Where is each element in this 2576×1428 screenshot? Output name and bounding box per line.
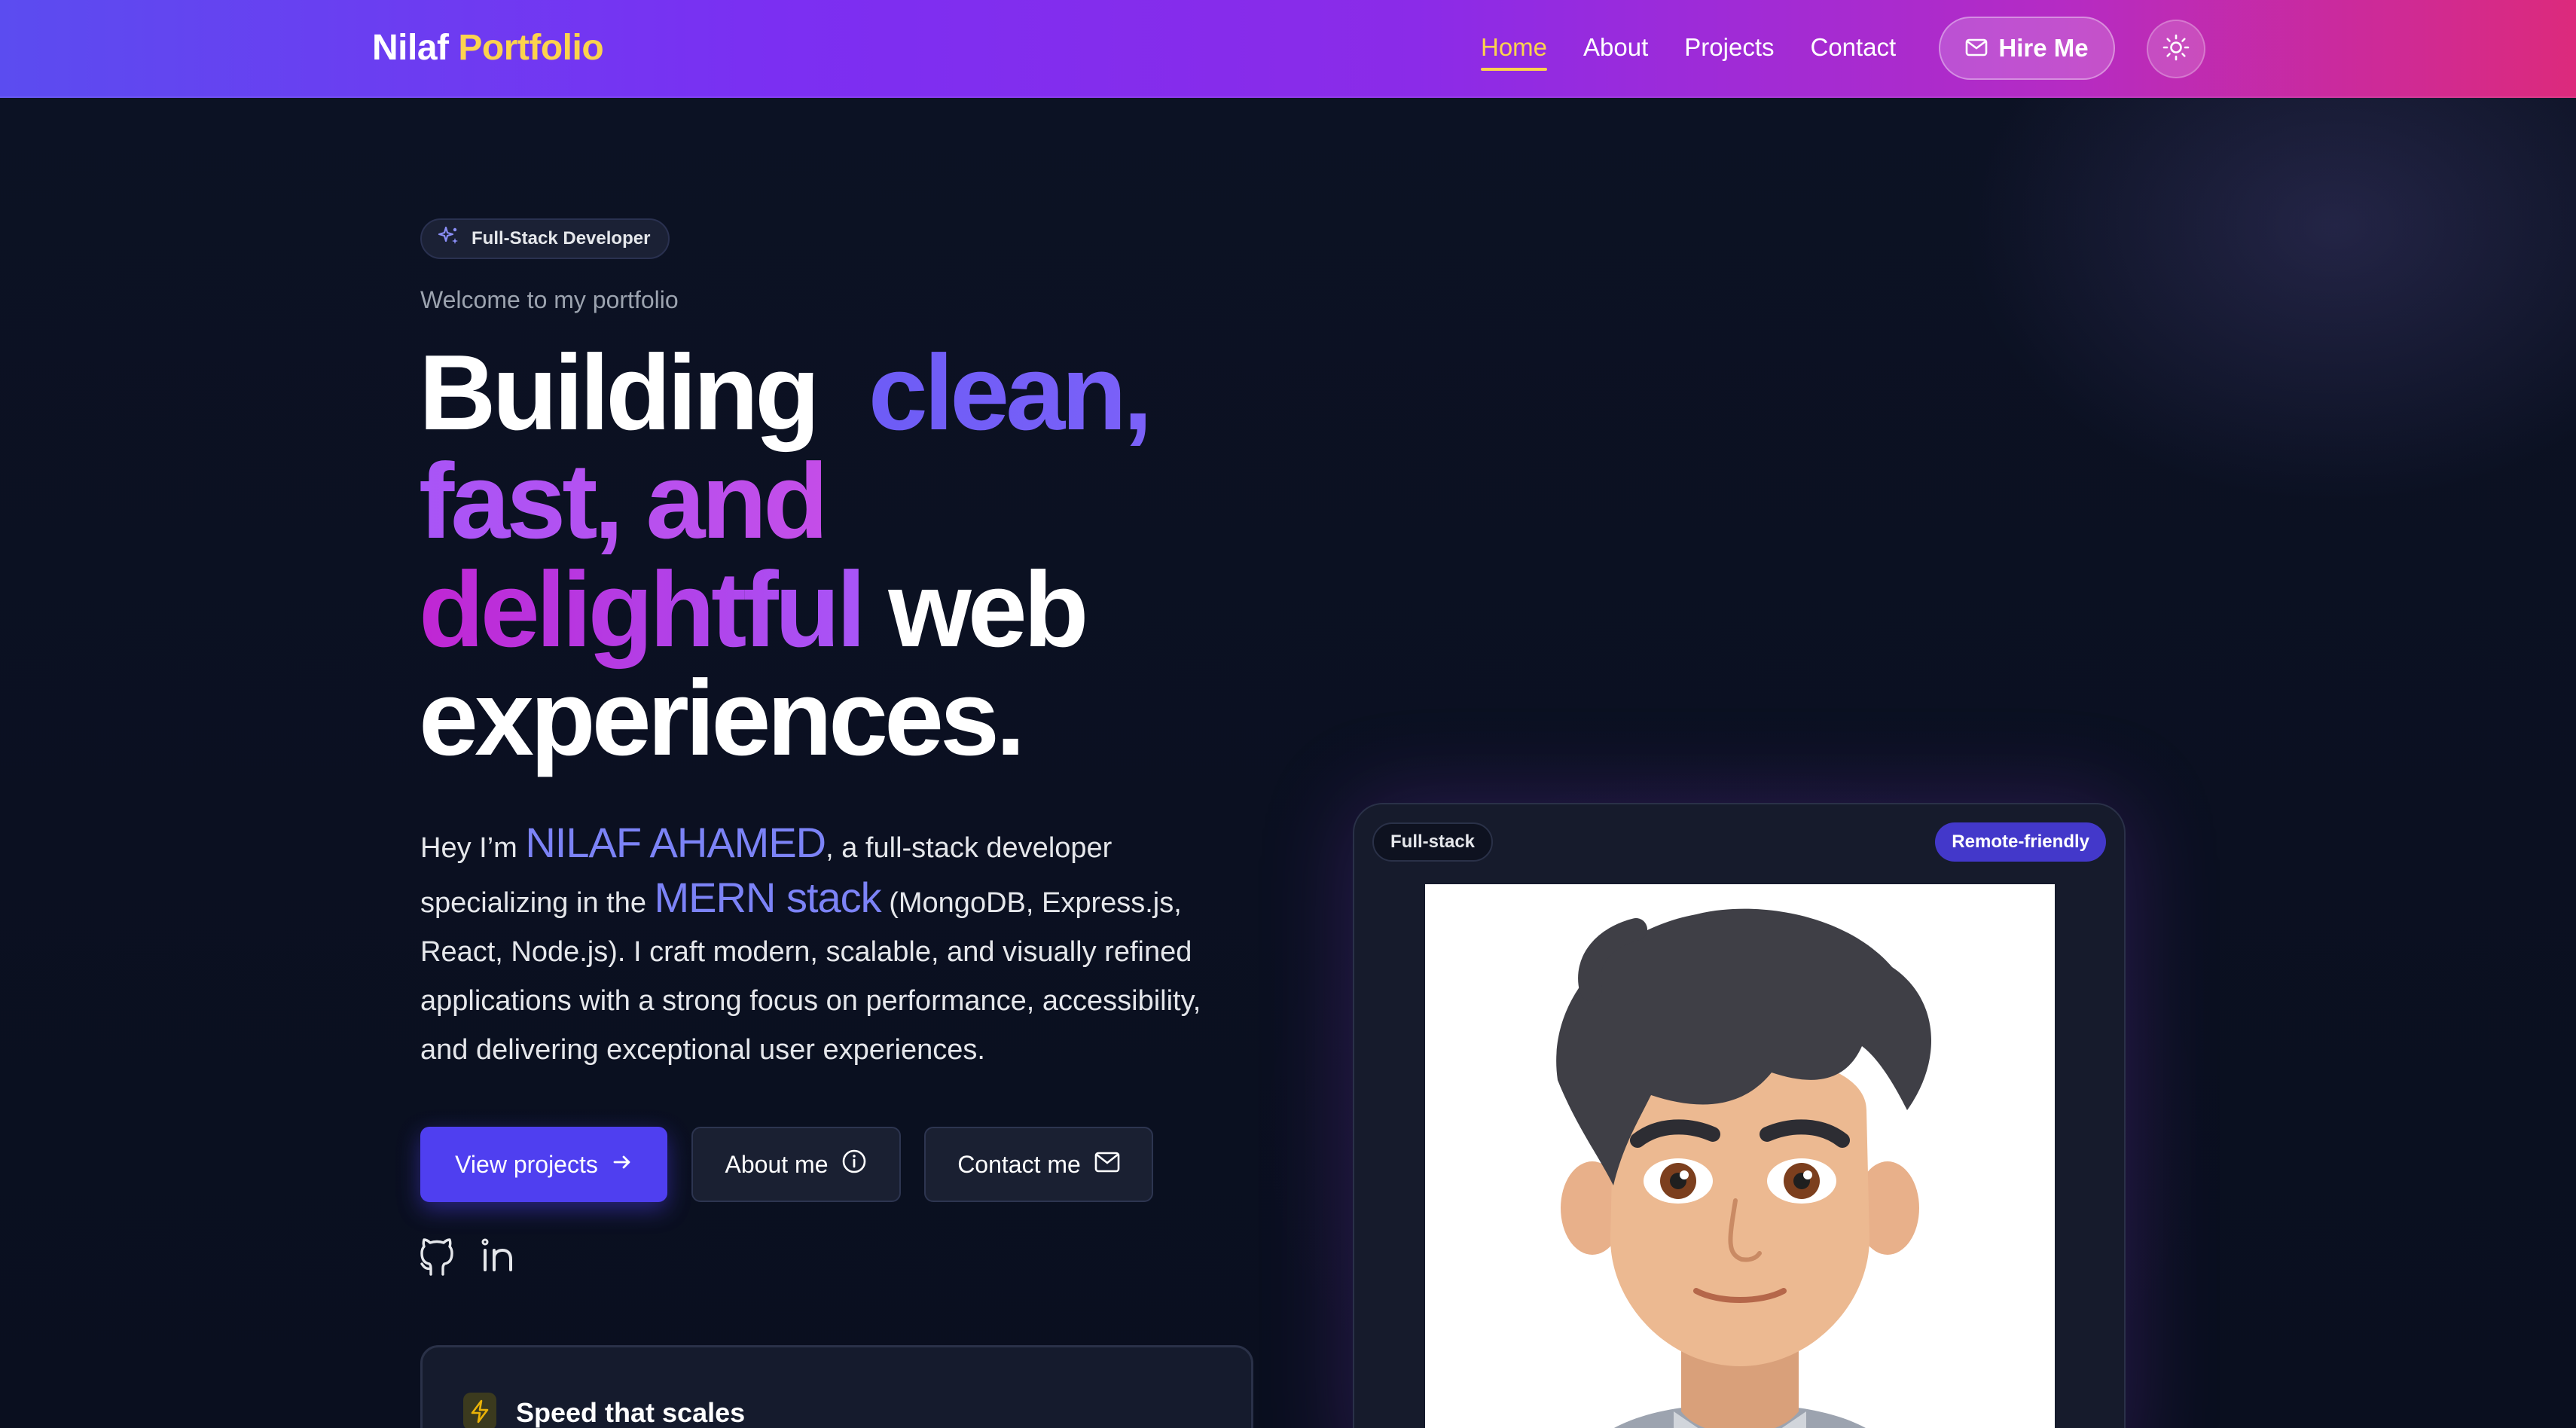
mail-icon [1965, 34, 1988, 63]
role-badge: Full-Stack Developer [420, 218, 670, 259]
developer-name: NILAF AHAMED [525, 819, 826, 866]
theme-toggle-button[interactable] [2147, 20, 2205, 78]
linkedin-link[interactable] [479, 1235, 518, 1278]
feature-title: Speed that scales [516, 1397, 746, 1428]
nav-link-contact[interactable]: Contact [1811, 33, 1897, 68]
headline-highlight: delightful [419, 550, 866, 670]
brand-logo[interactable]: Nilaf Portfolio [372, 27, 604, 69]
contact-me-label: Contact me [957, 1150, 1081, 1178]
stack-name: MERN stack [654, 874, 882, 921]
hero-headline: Building clean, fast, and delightful web… [419, 339, 1323, 773]
about-me-button[interactable]: About me [691, 1127, 901, 1202]
headline-highlight: fast, and [419, 441, 829, 561]
feature-card: Speed that scales [420, 1345, 1253, 1428]
info-icon [841, 1149, 867, 1180]
linkedin-icon [479, 1238, 518, 1277]
sparkles-icon [437, 224, 461, 254]
contact-me-button[interactable]: Contact me [924, 1127, 1153, 1202]
intro-paragraph: Hey I’m NILAF AHAMED, a full-stack devel… [420, 818, 1256, 1075]
github-icon [419, 1238, 455, 1280]
mail-icon [1094, 1151, 1120, 1179]
brand-second: Portfolio [458, 28, 604, 68]
nav-link-home[interactable]: Home [1481, 33, 1548, 71]
github-link[interactable] [419, 1235, 455, 1281]
tag-full-stack: Full-stack [1372, 822, 1494, 862]
headline-word: web [888, 550, 1088, 670]
avatar [1425, 884, 2055, 1428]
hire-me-button[interactable]: Hire Me [1939, 17, 2115, 80]
headline-word: Building [419, 333, 820, 453]
nav-link-about[interactable]: About [1583, 33, 1648, 68]
hire-me-label: Hire Me [1998, 34, 2089, 62]
top-navbar: Nilaf Portfolio Home About Projects Cont… [0, 0, 2576, 98]
about-me-label: About me [725, 1150, 829, 1178]
bolt-icon [463, 1393, 496, 1428]
avatar-illustration [1556, 908, 1932, 1428]
tag-remote-friendly: Remote-friendly [1935, 822, 2106, 862]
profile-card: Full-stack Remote-friendly [1353, 803, 2126, 1428]
view-projects-label: View projects [455, 1150, 598, 1178]
welcome-text: Welcome to my portfolio [420, 286, 679, 313]
brand-first: Nilaf [372, 28, 449, 68]
headline-word: experiences. [419, 658, 1025, 778]
view-projects-button[interactable]: View projects [420, 1127, 667, 1202]
nav-link-projects[interactable]: Projects [1684, 33, 1774, 68]
arrow-right-icon [612, 1151, 633, 1179]
nav-links: Home About Projects Contact [1481, 33, 1897, 71]
role-badge-label: Full-Stack Developer [472, 228, 651, 249]
sun-icon [2162, 34, 2190, 65]
intro-text: Hey I’m [420, 832, 526, 864]
headline-highlight: clean, [868, 333, 1153, 453]
